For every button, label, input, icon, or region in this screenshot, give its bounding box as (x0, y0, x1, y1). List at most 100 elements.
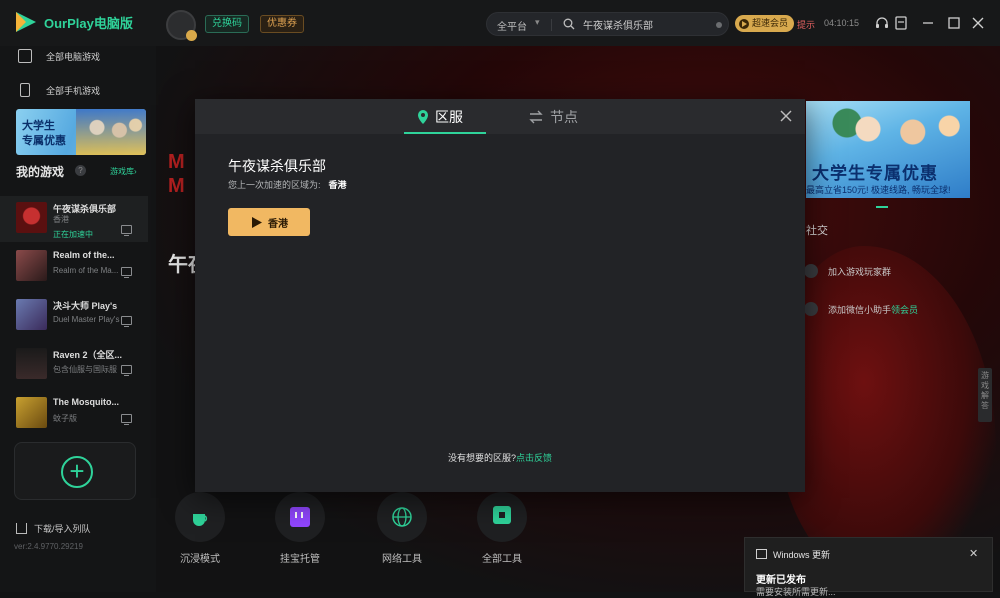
top-bar: OurPlay电脑版 兑换码 优惠券 全平台 ▾ 超速会员 提示 04:10:1… (0, 0, 1000, 46)
sidebar-item-mobile-games[interactable]: 全部手机游戏 (18, 83, 100, 97)
redeem-code-button[interactable]: 兑换码 (205, 15, 249, 33)
close-icon[interactable] (778, 108, 794, 124)
my-games-title: 我的游戏 (16, 165, 65, 179)
feedback-row: 没有想要的区服?点击反馈 (195, 451, 805, 464)
tab-region-label: 区服 (435, 108, 463, 125)
game-thumbnail (16, 202, 47, 233)
last-region-info: 您上一次加速的区域为: 香港 (228, 178, 347, 191)
game-name: Raven 2（全区... (53, 350, 123, 360)
game-logo-art: MM (168, 151, 187, 197)
pc-device-icon (121, 225, 132, 236)
tab-node[interactable]: 节点 (528, 99, 578, 134)
game-thumbnail (16, 250, 47, 281)
region-button-label: 香港 (268, 218, 288, 230)
game-item[interactable]: The Mosquito... 蚊子版 (0, 391, 148, 437)
windows-update-icon (756, 549, 767, 559)
game-subtitle: 包含仙服与国际服 (53, 365, 117, 374)
play-icon (252, 216, 262, 228)
game-subtitle: Realm of the Ma... (53, 266, 119, 275)
game-subtitle: Duel Master Play's (53, 315, 120, 324)
active-tab-indicator (404, 132, 486, 134)
game-name: The Mosquito... (53, 397, 119, 407)
background-art (776, 246, 996, 586)
game-library-link[interactable]: 游戏库› (110, 166, 137, 177)
wechat-icon (804, 302, 818, 316)
coupon-button[interactable]: 优惠券 (260, 15, 304, 33)
vip-button[interactable]: 超速会员 (735, 15, 795, 32)
feedback-link[interactable]: 点击反馈 (516, 453, 552, 463)
region-hongkong-button[interactable]: 香港 (228, 208, 310, 236)
sidebar-item-pc-games[interactable]: 全部电脑游戏 (18, 49, 100, 63)
search-icon[interactable] (563, 18, 575, 30)
dialog-tabs: 区服 节点 (195, 99, 805, 134)
add-game-button[interactable]: + (14, 442, 136, 500)
app-logo[interactable]: OurPlay电脑版 (14, 10, 133, 34)
maximize-icon[interactable] (946, 15, 962, 31)
feedback-text: 没有想要的区服? (447, 453, 516, 463)
tool-all-tools[interactable]: 全部工具 (467, 492, 537, 565)
search-bar: 全平台 ▾ (486, 12, 729, 36)
plus-icon: + (61, 456, 93, 488)
vip-label: 超速会员 (752, 18, 789, 28)
game-thumbnail (16, 397, 47, 428)
chevron-down-icon[interactable]: ▾ (535, 17, 540, 28)
game-subtitle: 蚊子版 (53, 414, 77, 423)
headset-icon[interactable] (874, 15, 890, 31)
download-icon (16, 523, 27, 534)
search-input[interactable] (583, 16, 703, 33)
minimize-icon[interactable] (920, 15, 936, 31)
banner-line1: 大学生 (22, 120, 55, 132)
user-avatar[interactable] (166, 10, 197, 41)
qq-icon (804, 264, 818, 278)
windows-update-toast[interactable]: Windows 更新 ✕ 更新已发布 需要安装所需更新... (744, 537, 993, 597)
game-item[interactable]: Raven 2（全区... 包含仙服与国际服 (0, 342, 148, 388)
accelerate-timer: 04:10:15 (824, 18, 860, 28)
game-name: Realm of the... (53, 250, 115, 260)
pc-device-icon (121, 267, 132, 278)
game-faq-tab[interactable]: 游戏解答 (978, 368, 992, 422)
monitor-icon (18, 49, 32, 63)
clear-search-icon[interactable] (716, 22, 722, 28)
download-queue-link[interactable]: 下载/导入列队 (16, 522, 91, 535)
dialog-game-name: 午夜谋杀俱乐部 (228, 158, 326, 174)
teacup-icon (175, 492, 225, 542)
last-region-label: 您上一次加速的区域为: (228, 180, 321, 190)
game-status: 正在加速中 (53, 230, 93, 239)
close-window-icon[interactable] (970, 15, 986, 31)
tool-network[interactable]: 网络工具 (367, 492, 437, 565)
platform-filter[interactable]: 全平台 (497, 18, 527, 33)
banner-headline: 大学生专属优惠 (812, 164, 938, 183)
banner-subline: 最高立省150元! 极速线路, 畅玩全球! (806, 185, 951, 195)
help-icon[interactable]: ? (75, 165, 86, 176)
game-item[interactable]: 午夜谋杀俱乐部 香港 正在加速中 (0, 196, 148, 242)
sidebar: 全部电脑游戏 全部手机游戏 大学生 专属优惠 我的游戏 ? 游戏库› 午夜谋杀俱… (0, 46, 156, 592)
promo-banner-large[interactable]: 大学生专属优惠 最高立省150元! 极速线路, 畅玩全球! (806, 101, 970, 198)
app-title: OurPlay电脑版 (44, 15, 133, 31)
toast-app-name: Windows 更新 (773, 550, 831, 560)
social-title: 社交 (806, 225, 828, 237)
twitch-icon (275, 492, 325, 542)
region-select-dialog: 区服 节点 午夜谋杀俱乐部 您上一次加速的区域为: 香港 香港 没有想要的区服?点… (195, 99, 805, 492)
join-group-link[interactable]: 加入游戏玩家群 (804, 264, 891, 278)
close-icon[interactable]: ✕ (969, 547, 978, 560)
tool-label: 沉浸模式 (180, 554, 220, 565)
game-thumbnail (16, 299, 47, 330)
tab-region[interactable]: 区服 (417, 99, 463, 134)
toolbox-icon (477, 492, 527, 542)
tool-immersive-mode[interactable]: 沉浸模式 (165, 492, 235, 565)
pc-device-icon (121, 365, 132, 376)
switch-arrows-icon (529, 110, 543, 123)
window-mode-icon[interactable] (893, 15, 909, 31)
game-name: 决斗大师 Play's (53, 301, 118, 311)
sidebar-item-label: 全部电脑游戏 (46, 51, 101, 62)
game-item[interactable]: 决斗大师 Play's Duel Master Play's (0, 293, 148, 339)
banner-page-indicator[interactable] (876, 206, 888, 208)
pc-device-icon (121, 316, 132, 327)
game-item[interactable]: Realm of the... Realm of the Ma... (0, 244, 148, 290)
wechat-assistant-link[interactable]: 添加微信小助手领会员 (804, 302, 918, 316)
banner-characters-image (826, 105, 966, 165)
tool-auto-hosting[interactable]: 挂宝托管 (265, 492, 335, 565)
banner-characters-image (76, 109, 146, 155)
tool-label: 网络工具 (382, 554, 422, 565)
promo-banner-small[interactable]: 大学生 专属优惠 (16, 109, 146, 155)
